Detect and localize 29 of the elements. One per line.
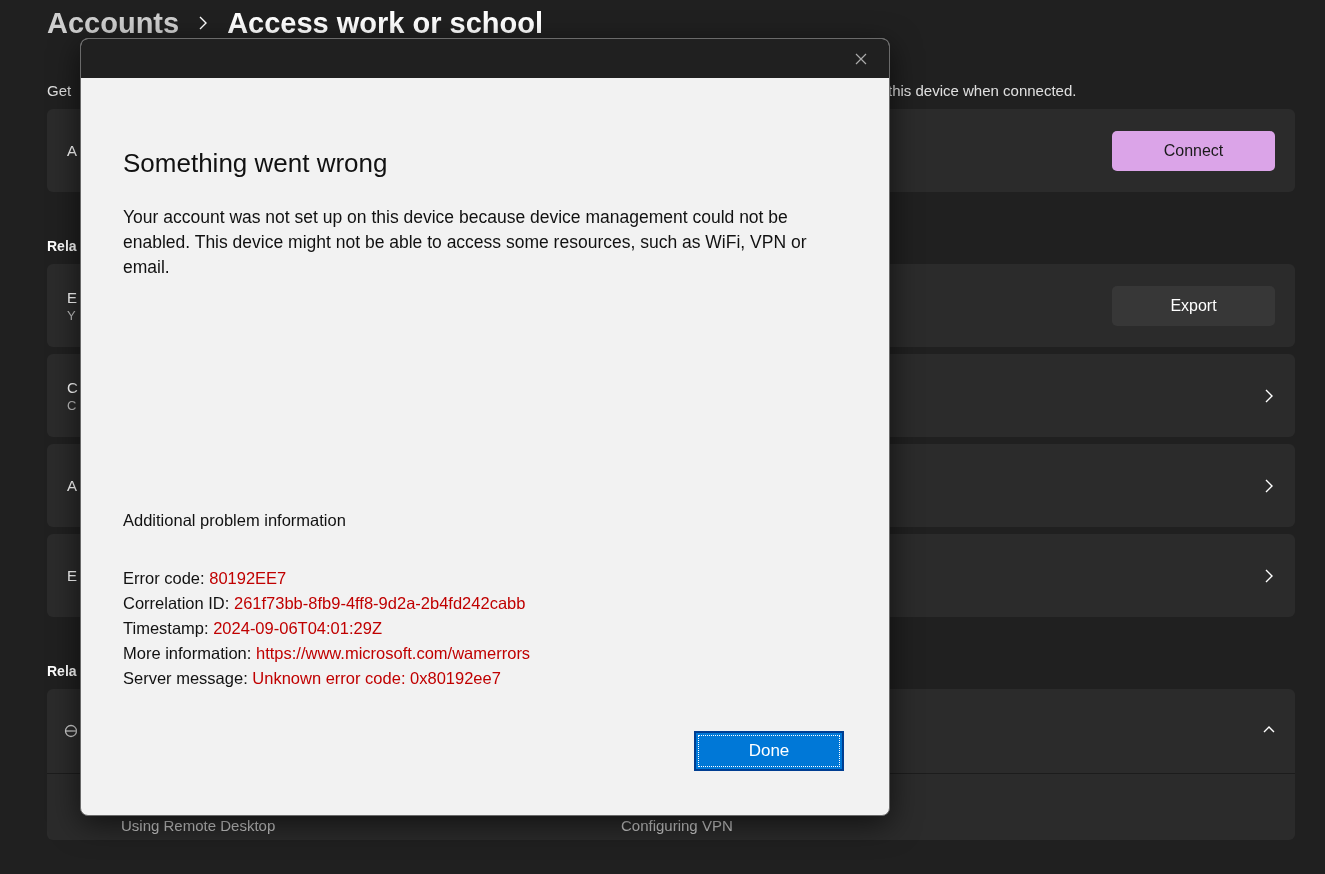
chevron-right-icon bbox=[1263, 388, 1275, 403]
section-heading: Rela bbox=[47, 663, 77, 679]
card-subtitle: Y bbox=[67, 307, 77, 323]
detail-line: Timestamp: 2024-09-06T04:01:29Z bbox=[123, 618, 383, 639]
section-heading: Rela bbox=[47, 238, 77, 254]
detail-line: More information: https://www.microsoft.com/wamerrors bbox=[123, 643, 532, 664]
card-title: A bbox=[67, 142, 77, 159]
help-link[interactable]: Using Remote Desktop bbox=[121, 817, 621, 834]
card-title: E bbox=[67, 567, 77, 584]
close-icon[interactable] bbox=[855, 52, 867, 65]
detail-line: Correlation ID: 261f73bb-8fb9-4ff8-9d2a-2b4fd242cabb bbox=[123, 593, 527, 614]
card-title: A bbox=[67, 477, 77, 494]
chevron-right-icon bbox=[1263, 478, 1275, 493]
detail-line: Server message: Unknown error code: 0x80192ee7 bbox=[123, 668, 502, 689]
error-message: Your account was not set up on this device because device management could not be enabled. This device might not be able to access some resources, such as WiFi, VPN or email. bbox=[123, 206, 808, 279]
connect-button[interactable]: Connect bbox=[1112, 130, 1275, 171]
chevron-right-icon bbox=[1263, 568, 1275, 583]
export-button[interactable]: Export bbox=[1112, 285, 1275, 326]
card-title: C bbox=[67, 378, 78, 396]
card-subtitle: C bbox=[67, 397, 78, 413]
dialog-title: Something went wrong bbox=[123, 148, 389, 179]
detail-line: Error code: 80192EE7 bbox=[123, 568, 288, 589]
page-title: Access work or school bbox=[227, 6, 544, 40]
description-text: Get bbox=[47, 82, 72, 99]
breadcrumb-item[interactable]: Accounts bbox=[47, 6, 180, 40]
card-title: E bbox=[67, 288, 77, 306]
help-link[interactable]: Configuring VPN bbox=[621, 817, 1121, 834]
details-heading: Additional problem information bbox=[123, 511, 347, 530]
done-button[interactable]: Done bbox=[694, 731, 844, 771]
